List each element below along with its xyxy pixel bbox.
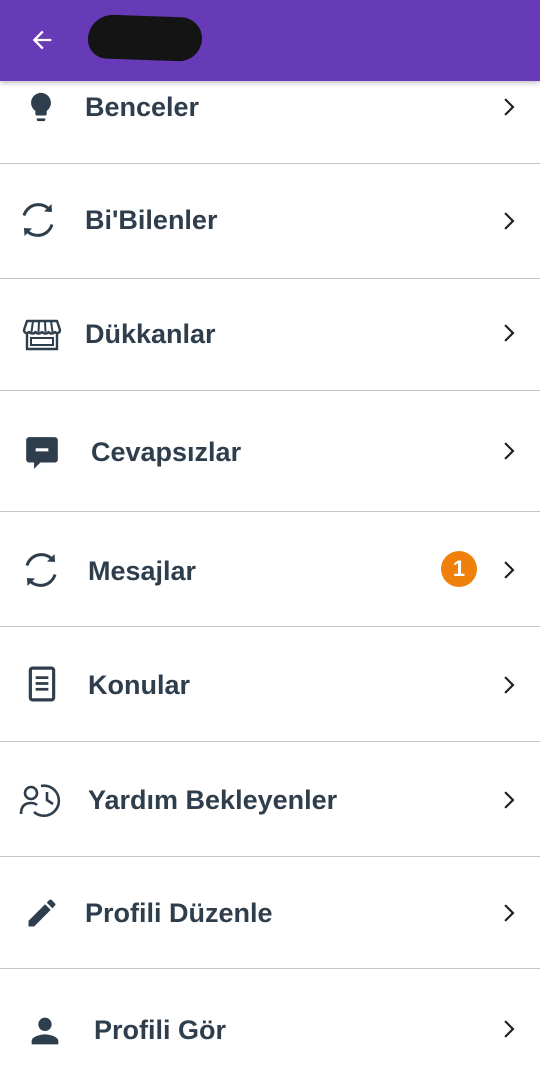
app-bar: [0, 0, 540, 81]
comment-icon: [20, 431, 64, 475]
menu-item-label: Benceler: [85, 92, 200, 122]
menu-item-profili-duzenle[interactable]: Profili Düzenle: [0, 857, 540, 969]
store-icon: [20, 313, 64, 357]
unread-count-badge: 1: [441, 551, 477, 587]
document-icon: [20, 662, 64, 706]
menu-item-label: Mesajlar: [88, 556, 197, 586]
menu-item-yardim-bekleyenler[interactable]: Yardım Bekleyenler: [0, 742, 540, 857]
menu-item-label: Profili Gör: [94, 1015, 227, 1045]
person-icon: [23, 1009, 67, 1053]
menu-item-label: Konular: [88, 670, 191, 700]
menu-item-konular[interactable]: Konular: [0, 627, 540, 742]
menu-item-label: Profili Düzenle: [85, 898, 273, 928]
menu-item-cevapsizlar[interactable]: Cevapsızlar: [0, 391, 540, 512]
people-clock-icon: [19, 778, 63, 822]
chevron-right-icon: [494, 786, 522, 814]
chevron-right-icon: [494, 671, 522, 699]
refresh-icon: [16, 198, 60, 242]
lightbulb-icon: [19, 85, 63, 129]
menu-item-label: Dükkanlar: [85, 319, 216, 349]
back-button[interactable]: [22, 22, 62, 58]
arrow-left-icon: [32, 30, 52, 50]
chevron-right-icon: [494, 1015, 522, 1043]
pencil-icon: [20, 891, 64, 935]
chevron-right-icon: [494, 899, 522, 927]
menu-item-profili-gor[interactable]: Profili Gör: [0, 969, 540, 1071]
chevron-right-icon: [494, 556, 522, 584]
chevron-right-icon: [494, 319, 522, 347]
redacted-title: [87, 14, 203, 62]
chevron-right-icon: [494, 207, 522, 235]
chevron-right-icon: [494, 93, 522, 121]
menu-item-label: Yardım Bekleyenler: [88, 785, 338, 815]
menu-item-benceler[interactable]: Benceler: [0, 81, 540, 164]
menu-item-label: Bi'Bilenler: [85, 205, 218, 235]
menu-item-mesajlar[interactable]: Mesajlar 1: [0, 512, 540, 627]
menu-item-dukkanlar[interactable]: Dükkanlar: [0, 279, 540, 391]
refresh-icon: [19, 548, 63, 592]
chevron-right-icon: [494, 437, 522, 465]
menu-item-bibilenler[interactable]: Bi'Bilenler: [0, 164, 540, 279]
menu-item-label: Cevapsızlar: [91, 437, 242, 467]
